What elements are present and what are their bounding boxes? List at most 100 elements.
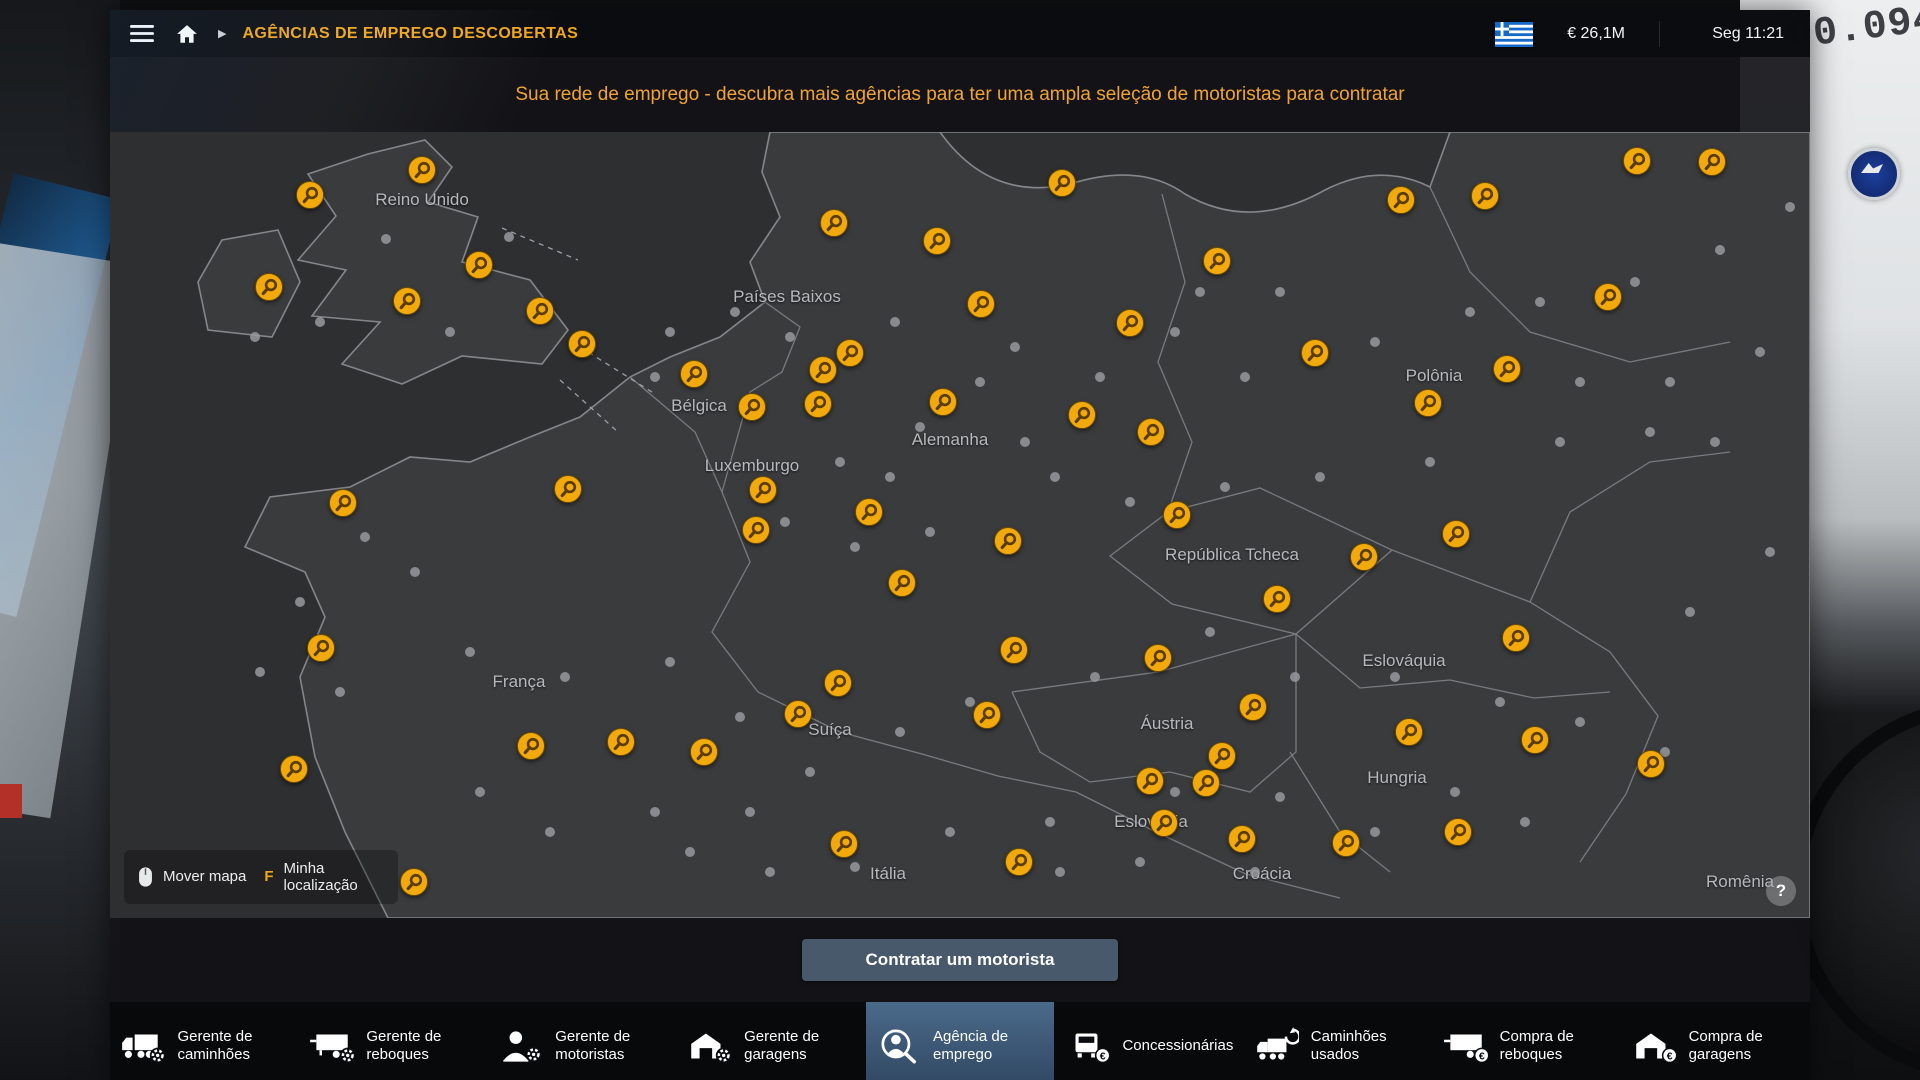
employment-agency-marker[interactable] <box>1116 309 1145 338</box>
employment-agency-marker[interactable] <box>888 569 917 598</box>
employment-agency-marker[interactable] <box>255 273 284 302</box>
employment-agency-marker[interactable] <box>1228 825 1257 854</box>
employment-agency-marker[interactable] <box>973 701 1002 730</box>
employment-agency-marker[interactable] <box>1387 186 1416 215</box>
employment-agency-marker[interactable] <box>967 290 996 319</box>
undiscovered-city-dot <box>1205 627 1215 637</box>
employment-agency-marker[interactable] <box>1471 182 1500 211</box>
employment-agency-marker[interactable] <box>1137 418 1166 447</box>
toolbar-item-truck-manager[interactable]: Gerente de caminhões <box>110 1002 299 1080</box>
employment-agency-marker[interactable] <box>1000 636 1029 665</box>
employment-agency-marker[interactable] <box>1301 339 1330 368</box>
home-icon[interactable] <box>176 24 198 44</box>
country-label: Luxemburgo <box>705 456 800 476</box>
undiscovered-city-dot <box>1520 817 1530 827</box>
employment-agency-marker[interactable] <box>690 738 719 767</box>
toolbar-item-used-trucks[interactable]: Caminhões usados <box>1243 1002 1432 1080</box>
undiscovered-city-dot <box>335 687 345 697</box>
country-label: Eslováquia <box>1362 651 1445 671</box>
employment-agency-marker[interactable] <box>923 227 952 256</box>
employment-agency-marker[interactable] <box>400 868 429 897</box>
employment-agency-marker[interactable] <box>329 489 358 518</box>
employment-agency-marker[interactable] <box>929 388 958 417</box>
undiscovered-city-dot <box>665 327 675 337</box>
used-trucks-icon <box>1253 1027 1299 1065</box>
breadcrumb-arrow-icon: ▶ <box>218 27 226 40</box>
undiscovered-city-dot <box>805 767 815 777</box>
employment-agency-marker[interactable] <box>1698 148 1727 177</box>
employment-agency-marker[interactable] <box>809 356 838 385</box>
employment-agency-marker[interactable] <box>820 209 849 238</box>
employment-agency-marker[interactable] <box>568 330 597 359</box>
toolbar-item-garage-manager[interactable]: Gerente de garagens <box>677 1002 866 1080</box>
employment-agency-marker[interactable] <box>554 475 583 504</box>
employment-agency-marker[interactable] <box>830 830 859 859</box>
employment-agency-marker[interactable] <box>749 476 778 505</box>
employment-agency-marker[interactable] <box>1068 401 1097 430</box>
employment-agency-marker[interactable] <box>1594 283 1623 312</box>
menu-icon[interactable] <box>130 25 154 43</box>
undiscovered-city-dot <box>765 867 775 877</box>
undiscovered-city-dot <box>1715 245 1725 255</box>
employment-agency-marker[interactable] <box>1350 543 1379 572</box>
employment-agency-marker[interactable] <box>1444 818 1473 847</box>
employment-agency-icon <box>875 1027 921 1065</box>
employment-agency-marker[interactable] <box>517 732 546 761</box>
toolbar-item-label: Compra de reboques <box>1500 1028 1612 1064</box>
employment-agency-marker[interactable] <box>307 634 336 663</box>
toolbar-item-trailer-purchase[interactable]: € Compra de reboques <box>1432 1002 1621 1080</box>
employment-agency-marker[interactable] <box>1263 585 1292 614</box>
employment-agency-marker[interactable] <box>1521 726 1550 755</box>
undiscovered-city-dot <box>1170 327 1180 337</box>
employment-agency-marker[interactable] <box>1623 147 1652 176</box>
employment-agency-marker[interactable] <box>607 728 636 757</box>
employment-agency-marker[interactable] <box>742 516 771 545</box>
help-button[interactable]: ? <box>1766 876 1796 906</box>
toolbar-item-label: Agência de emprego <box>933 1028 1045 1064</box>
employment-agency-marker[interactable] <box>1048 169 1077 198</box>
employment-agency-marker[interactable] <box>1414 389 1443 418</box>
top-bar-right: € 26,1M Seg 11:21 <box>1495 21 1810 47</box>
toolbar-item-garage-purchase[interactable]: € Compra de garagens <box>1621 1002 1810 1080</box>
employment-agency-marker[interactable] <box>836 339 865 368</box>
toolbar-item-employment-agency[interactable]: Agência de emprego <box>866 1002 1055 1080</box>
employment-agency-marker[interactable] <box>393 287 422 316</box>
undiscovered-city-dot <box>1765 547 1775 557</box>
employment-agency-marker[interactable] <box>1144 644 1173 673</box>
employment-agency-marker[interactable] <box>1192 769 1221 798</box>
employment-agency-marker[interactable] <box>855 498 884 527</box>
employment-agency-marker[interactable] <box>408 156 437 185</box>
employment-agency-marker[interactable] <box>1239 693 1268 722</box>
employment-agency-marker[interactable] <box>1332 829 1361 858</box>
agency-map[interactable]: Reino UnidoPaíses BaixosBélgicaLuxemburg… <box>110 132 1810 918</box>
employment-agency-marker[interactable] <box>1395 718 1424 747</box>
employment-agency-marker[interactable] <box>1150 809 1179 838</box>
employment-agency-marker[interactable] <box>526 297 555 326</box>
hire-driver-button[interactable]: Contratar um motorista <box>802 939 1119 981</box>
employment-agency-marker[interactable] <box>1136 767 1165 796</box>
employment-agency-marker[interactable] <box>1005 848 1034 877</box>
undiscovered-city-dot <box>381 234 391 244</box>
toolbar-item-driver-manager[interactable]: Gerente de motoristas <box>488 1002 677 1080</box>
employment-agency-marker[interactable] <box>1163 501 1192 530</box>
undiscovered-city-dot <box>1170 787 1180 797</box>
employment-agency-marker[interactable] <box>738 393 767 422</box>
employment-agency-marker[interactable] <box>1442 520 1471 549</box>
employment-agency-marker[interactable] <box>784 700 813 729</box>
greece-flag-icon <box>1495 22 1533 46</box>
employment-agency-marker[interactable] <box>280 755 309 784</box>
employment-agency-marker[interactable] <box>465 251 494 280</box>
undiscovered-city-dot <box>1465 307 1475 317</box>
employment-agency-marker[interactable] <box>680 360 709 389</box>
employment-agency-marker[interactable] <box>296 181 325 210</box>
employment-agency-marker[interactable] <box>1203 247 1232 276</box>
toolbar-item-trailer-manager[interactable]: Gerente de reboques <box>299 1002 488 1080</box>
employment-agency-marker[interactable] <box>1637 750 1666 779</box>
employment-agency-marker[interactable] <box>804 390 833 419</box>
employment-agency-marker[interactable] <box>1493 355 1522 384</box>
employment-agency-marker[interactable] <box>1502 624 1531 653</box>
employment-agency-marker[interactable] <box>824 669 853 698</box>
employment-agency-marker[interactable] <box>1208 742 1237 771</box>
toolbar-item-dealers[interactable]: € Concessionárias <box>1054 1002 1243 1080</box>
employment-agency-marker[interactable] <box>994 527 1023 556</box>
